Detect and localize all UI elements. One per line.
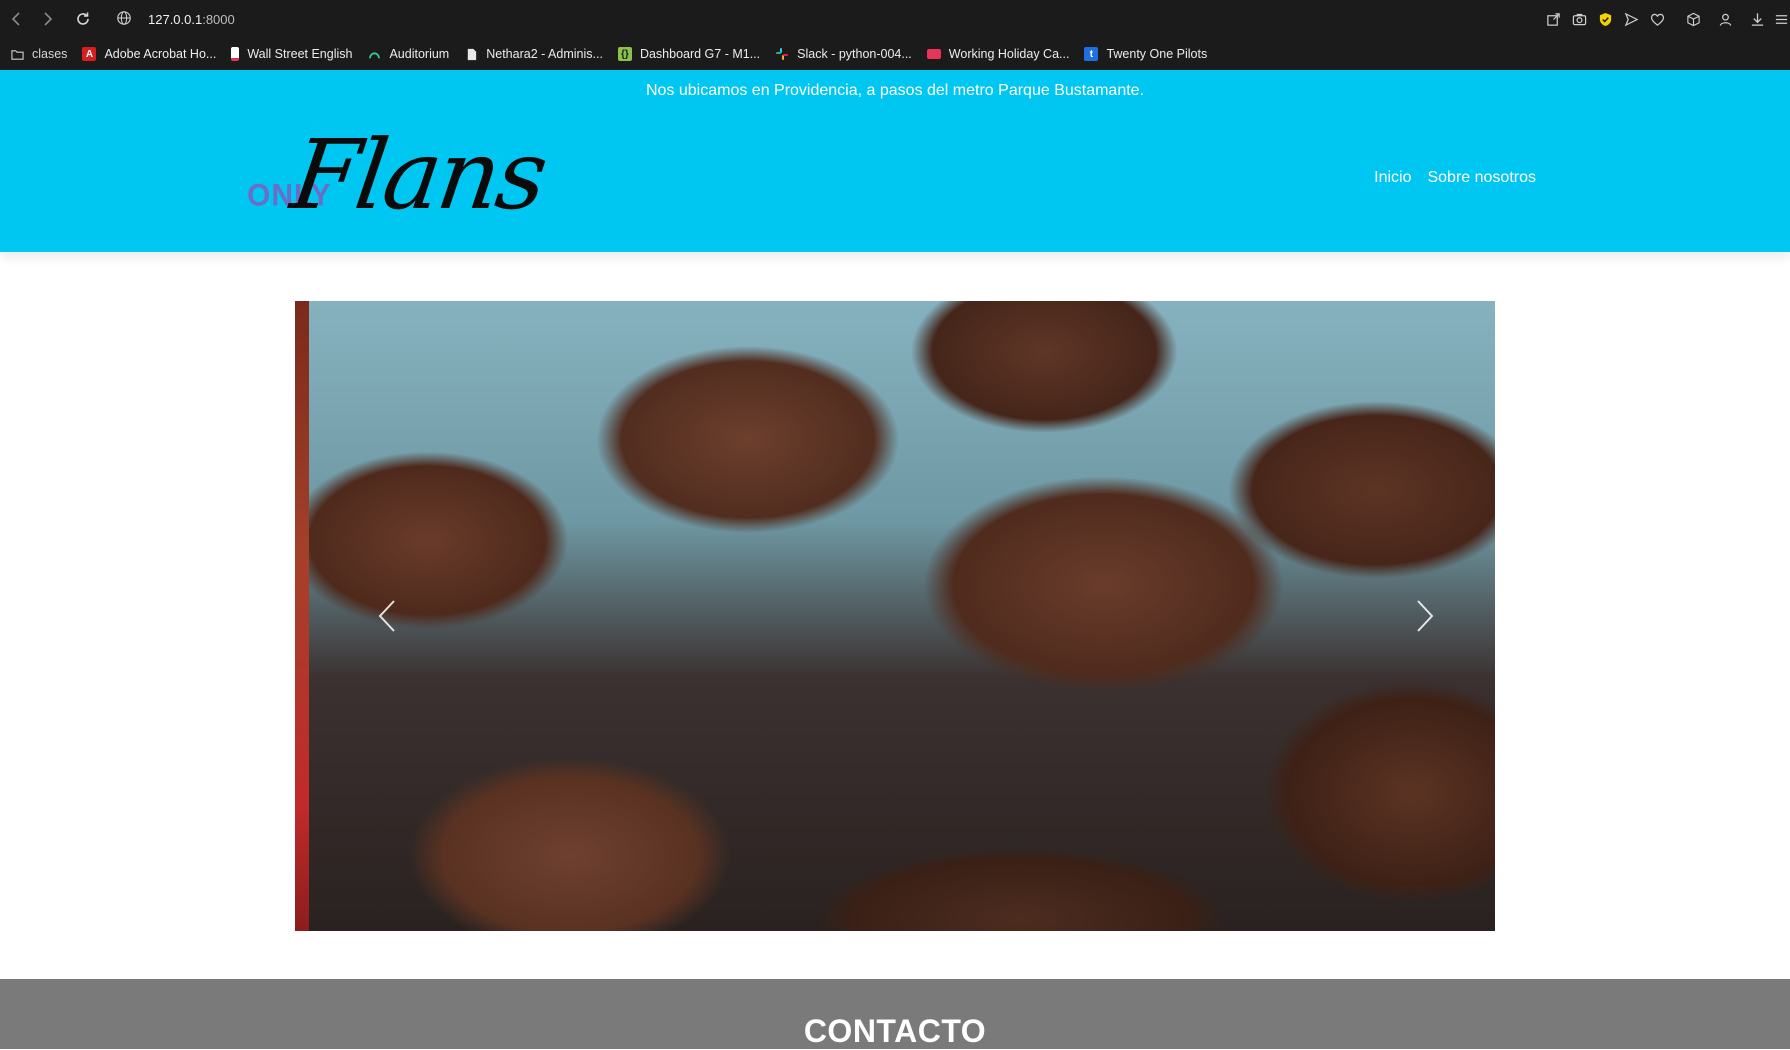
slack-icon: [775, 47, 789, 61]
document-icon: [464, 47, 478, 61]
globe-icon: [116, 10, 134, 28]
chevron-right-icon: [1417, 600, 1434, 632]
url-text: 127.0.0.1:8000: [148, 12, 235, 27]
bookmark-twenty-one-pilots[interactable]: t Twenty One Pilots: [1084, 47, 1207, 61]
carousel-slide-muffins: [309, 301, 1495, 931]
reload-button[interactable]: [66, 0, 100, 38]
forward-button[interactable]: [30, 0, 64, 38]
auditorium-icon: [367, 47, 381, 61]
contact-section: CONTACTO: [0, 979, 1790, 1049]
announcement-bar: Nos ubicamos en Providencia, a pasos del…: [0, 70, 1790, 112]
address-bar[interactable]: 127.0.0.1:8000: [116, 7, 1516, 31]
cube-icon[interactable]: [1680, 6, 1706, 32]
bookmark-label: Wall Street English: [247, 47, 353, 61]
bookmark-label: Nethara2 - Adminis...: [486, 47, 603, 61]
reload-icon: [77, 12, 89, 25]
bookmarks-bar: clases A Adobe Acrobat Ho... Wall Street…: [0, 38, 1790, 70]
bookmark-label: Working Holiday Ca...: [948, 47, 1070, 61]
url-port: :8000: [202, 11, 235, 27]
bookmark-wall-street-english[interactable]: Wall Street English: [231, 47, 352, 61]
browser-toolbar: 127.0.0.1:8000: [0, 0, 1790, 38]
announcement-text: Nos ubicamos en Providencia, a pasos del…: [645, 82, 1145, 99]
arrow-right-icon: [44, 12, 53, 26]
send-icon[interactable]: [1618, 6, 1644, 32]
carousel-next-button[interactable]: [1395, 586, 1455, 646]
bookmark-adobe-acrobat[interactable]: A Adobe Acrobat Ho...: [82, 47, 216, 61]
download-icon[interactable]: [1744, 6, 1770, 32]
image-carousel[interactable]: [295, 301, 1495, 931]
bookmark-label: Adobe Acrobat Ho...: [104, 47, 217, 61]
tumblr-icon: t: [1084, 47, 1099, 61]
flag-icon: [926, 49, 941, 59]
heart-icon[interactable]: [1644, 6, 1670, 32]
toolbar-icons: [1540, 0, 1790, 38]
wse-icon: [231, 47, 240, 61]
profile-icon[interactable]: [1712, 6, 1738, 32]
share-icon[interactable]: [1540, 6, 1566, 32]
previous-slide-edge: [295, 301, 309, 931]
bookmark-label: Dashboard G7 - M1...: [639, 47, 761, 61]
logo-big-text: Flans: [285, 119, 552, 231]
bookmark-clases[interactable]: clases: [10, 47, 67, 61]
folder-icon: [10, 47, 24, 61]
contact-heading: CONTACTO: [803, 1013, 987, 1049]
bookmark-dashboard-g7[interactable]: {} Dashboard G7 - M1...: [617, 47, 761, 61]
bookmark-label: Twenty One Pilots: [1106, 47, 1208, 61]
carousel-prev-button[interactable]: [357, 586, 417, 646]
acrobat-icon: A: [82, 47, 97, 61]
bookmark-label: Slack - python-004...: [797, 47, 912, 61]
chevron-left-icon: [378, 600, 395, 632]
dashboard-icon: {}: [617, 47, 632, 61]
back-button[interactable]: [0, 0, 34, 38]
page: Nos ubicamos en Providencia, a pasos del…: [0, 70, 1790, 1049]
shield-icon[interactable]: [1592, 6, 1618, 32]
bookmark-label: clases: [32, 47, 68, 61]
bookmark-slack[interactable]: Slack - python-004...: [775, 47, 912, 61]
arrow-left-icon: [11, 12, 20, 26]
bookmark-working-holiday[interactable]: Working Holiday Ca...: [926, 47, 1070, 61]
nav-link-inicio[interactable]: Inicio: [1374, 169, 1411, 187]
menu-icon[interactable]: [1772, 6, 1790, 32]
bookmark-label: Auditorium: [389, 47, 450, 61]
camera-icon[interactable]: [1566, 6, 1592, 32]
bookmark-nethara2[interactable]: Nethara2 - Adminis...: [464, 47, 603, 61]
site-logo[interactable]: ONLY Flans: [245, 119, 552, 237]
site-header: ONLY Flans Inicio Sobre nosotros: [0, 112, 1790, 252]
nav-link-sobre-nosotros[interactable]: Sobre nosotros: [1427, 169, 1536, 187]
main-nav: Inicio Sobre nosotros: [1358, 169, 1536, 187]
url-host: 127.0.0.1: [148, 11, 203, 27]
bookmark-auditorium[interactable]: Auditorium: [367, 47, 449, 61]
